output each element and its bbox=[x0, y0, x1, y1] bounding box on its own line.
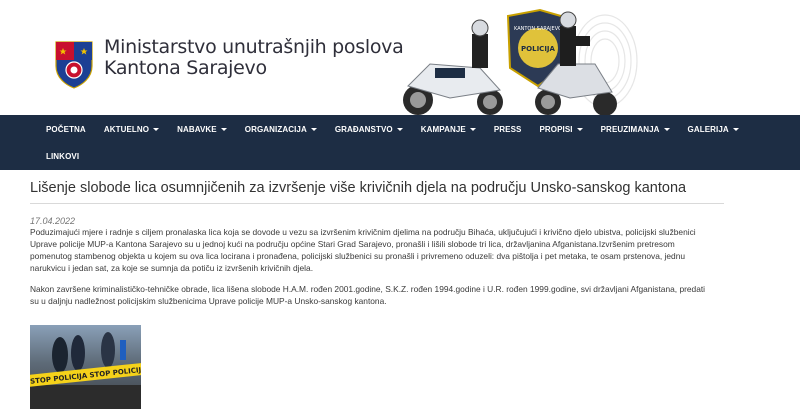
nav-item-label: LINKOVI bbox=[46, 151, 80, 161]
article-paragraph-2: Nakon završene kriminalističko-tehničke … bbox=[30, 283, 720, 307]
nav-item-label: PROPISI bbox=[539, 124, 573, 134]
nav-item-label: GRAĐANSTVO bbox=[334, 124, 393, 134]
article-paragraph-1: Poduzimajući mjere i radnje s ciljem pro… bbox=[30, 226, 720, 274]
nav-item-label: PREUZIMANJA bbox=[600, 124, 660, 134]
nav-item-pocetna[interactable]: POČETNA bbox=[37, 115, 95, 143]
main-navigation: POČETNA AKTUELNO NABAVKE ORGANIZACIJA GRAĐAN… bbox=[0, 115, 800, 170]
nav-item-galerija[interactable]: GALERIJA bbox=[679, 115, 748, 143]
paragraph-line: Uprave policije MUP-a Kantona Sarajevo s… bbox=[30, 239, 675, 249]
site-title-line1: Ministarstvo unutrašnjih poslova bbox=[104, 36, 404, 58]
paragraph-line: su u daljnju nadležnost policijskim služ… bbox=[30, 296, 387, 306]
svg-text:POLICIJA: POLICIJA bbox=[521, 45, 555, 53]
site-title[interactable]: Ministarstvo unutrašnjih poslova Kantona… bbox=[104, 36, 404, 79]
caret-down-icon bbox=[310, 127, 317, 131]
nav-item-label: AKTUELNO bbox=[103, 124, 150, 134]
svg-text:KANTON SARAJEVO: KANTON SARAJEVO bbox=[514, 26, 562, 32]
caret-down-icon bbox=[732, 127, 739, 131]
nav-item-label: ORGANIZACIJA bbox=[244, 124, 307, 134]
police-motorcycles-banner: KANTON SARAJEVO POLICIJA bbox=[403, 8, 638, 115]
site-title-line2: Kantona Sarajevo bbox=[104, 57, 267, 79]
caret-down-icon bbox=[396, 127, 403, 131]
paragraph-line: Poduzimajući mjere i radnje s ciljem pro… bbox=[30, 227, 696, 237]
nav-item-aktuelno[interactable]: AKTUELNO bbox=[95, 115, 168, 143]
paragraph-line: narukvicu i jedan sat, za koje se sumnja… bbox=[30, 263, 314, 273]
nav-item-organizacija[interactable]: ORGANIZACIJA bbox=[236, 115, 326, 143]
nav-item-nabavke[interactable]: NABAVKE bbox=[168, 115, 236, 143]
coat-of-arms-icon[interactable] bbox=[54, 40, 94, 90]
caret-down-icon bbox=[153, 127, 160, 131]
nav-item-label: GALERIJA bbox=[687, 124, 729, 134]
site-header: Ministarstvo unutrašnjih poslova Kantona… bbox=[0, 0, 800, 115]
nav-item-label: PRESS bbox=[493, 124, 522, 134]
caret-down-icon bbox=[663, 127, 670, 131]
nav-item-label: KAMPANJE bbox=[420, 124, 466, 134]
nav-row-primary: POČETNA AKTUELNO NABAVKE ORGANIZACIJA GRAĐAN… bbox=[37, 115, 748, 143]
nav-item-propisi[interactable]: PROPISI bbox=[530, 115, 591, 143]
nav-item-label: POČETNA bbox=[46, 124, 86, 134]
nav-item-kampanje[interactable]: KAMPANJE bbox=[412, 115, 485, 143]
caret-down-icon bbox=[220, 127, 227, 131]
title-divider bbox=[30, 203, 724, 204]
nav-item-preuzimanja[interactable]: PREUZIMANJA bbox=[592, 115, 679, 143]
nav-row-secondary: LINKOVI bbox=[37, 142, 88, 170]
caret-down-icon bbox=[576, 127, 583, 131]
nav-item-linkovi[interactable]: LINKOVI bbox=[37, 142, 88, 170]
nav-item-press[interactable]: PRESS bbox=[485, 115, 531, 143]
nav-item-gradanstvo[interactable]: GRAĐANSTVO bbox=[326, 115, 412, 143]
paragraph-line: Nakon završene kriminalističko-tehničke … bbox=[30, 284, 706, 294]
caret-down-icon bbox=[469, 127, 476, 131]
article-photo[interactable]: STOP POLICIJA STOP POLICIJA bbox=[30, 325, 141, 409]
article-date: 17.04.2022 bbox=[30, 216, 76, 226]
nav-item-label: NABAVKE bbox=[177, 124, 217, 134]
article-title: Lišenje slobode lica osumnjičenih za izv… bbox=[30, 180, 687, 196]
police-tape-photo: STOP POLICIJA STOP POLICIJA bbox=[30, 325, 141, 409]
paragraph-line: pomenutog stambenog objekta u kojem su o… bbox=[30, 251, 686, 261]
